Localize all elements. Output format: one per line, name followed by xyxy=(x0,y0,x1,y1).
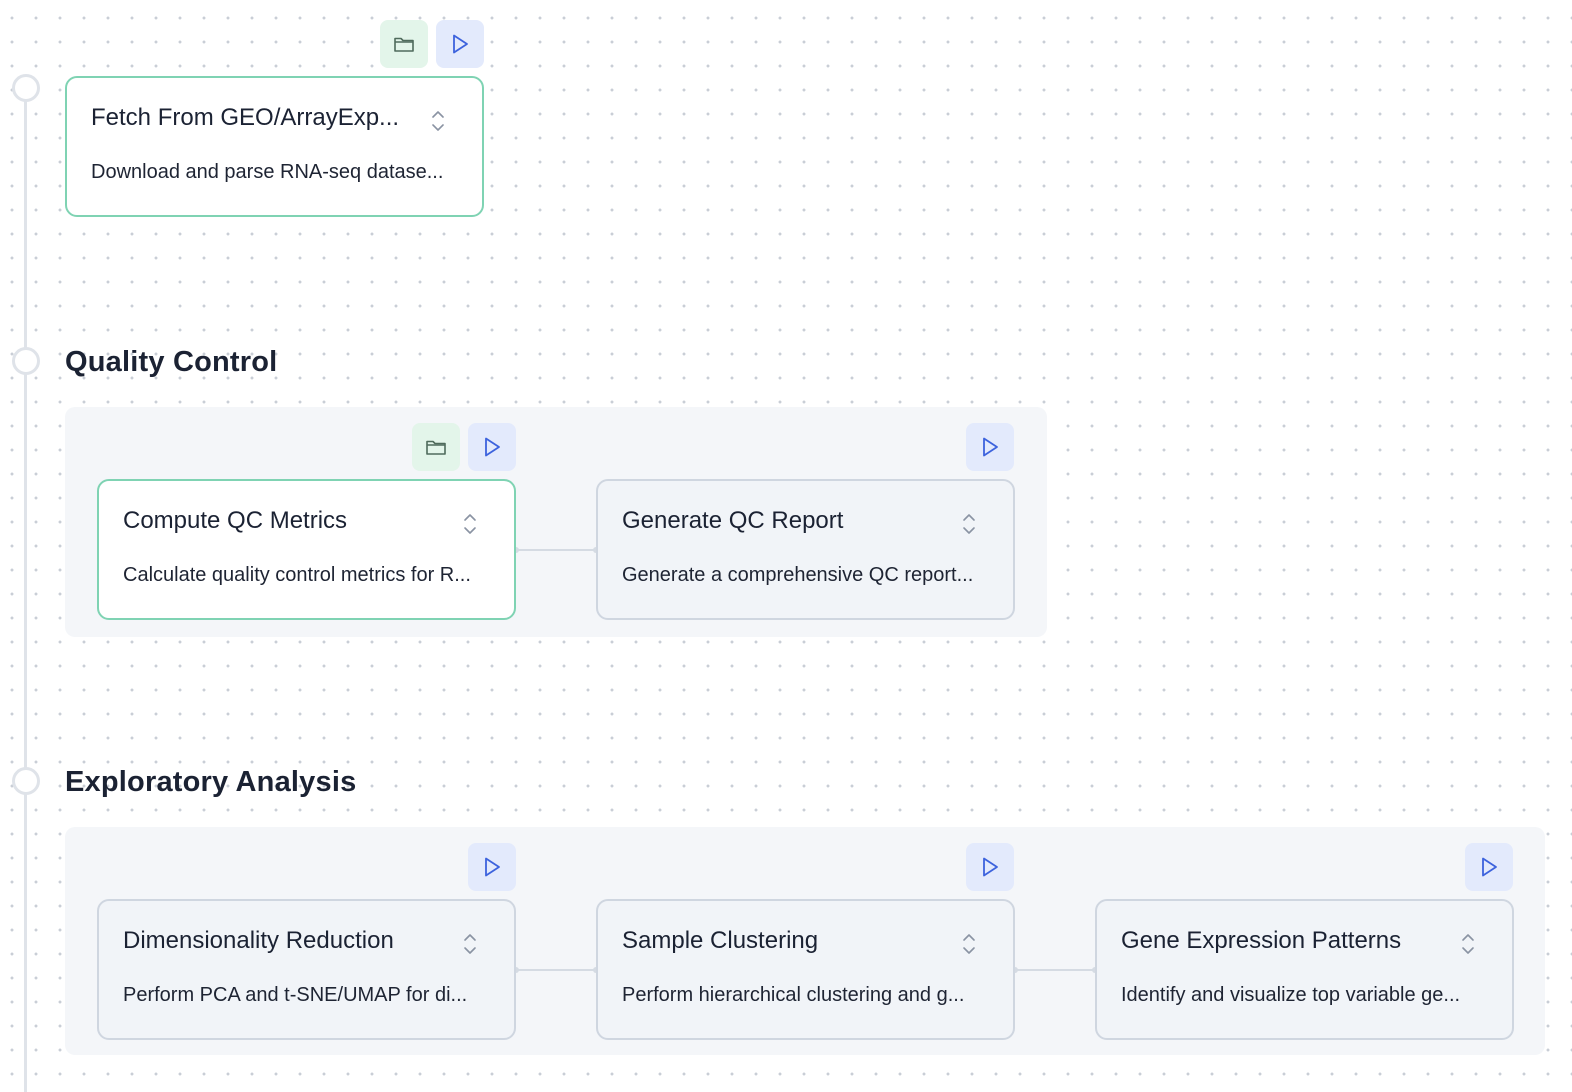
step-connector xyxy=(513,967,599,973)
chevron-up-down-icon[interactable] xyxy=(462,511,478,537)
step-card-fetch[interactable]: Fetch From GEO/ArrayExp... Download and … xyxy=(65,76,484,217)
play-icon xyxy=(983,437,998,457)
step-card-description: Perform PCA and t-SNE/UMAP for di... xyxy=(123,984,468,1006)
step-card-description: Identify and visualize top variable ge..… xyxy=(1121,984,1461,1006)
step-card-title: Gene Expression Patterns xyxy=(1121,927,1402,954)
section-title-quality-control: Quality Control xyxy=(65,346,278,378)
chevron-up-down-icon[interactable] xyxy=(961,511,977,537)
timeline-node-stage-1 xyxy=(12,74,40,102)
chevron-up-down-icon[interactable] xyxy=(961,931,977,957)
play-icon xyxy=(485,437,500,457)
run-step-button[interactable] xyxy=(468,843,516,891)
run-step-button[interactable] xyxy=(966,423,1014,471)
step-card-title: Dimensionality Reduction xyxy=(123,927,394,954)
run-step-button[interactable] xyxy=(966,843,1014,891)
chevron-up-down-icon[interactable] xyxy=(462,931,478,957)
folder-icon xyxy=(426,440,446,455)
run-step-button[interactable] xyxy=(468,423,516,471)
timeline-node-stage-3 xyxy=(12,767,40,795)
open-folder-button[interactable] xyxy=(412,423,460,471)
step-card-title: Sample Clustering xyxy=(622,927,819,954)
step-card-dimensionality-reduction[interactable]: Dimensionality Reduction Perform PCA and… xyxy=(97,899,516,1040)
run-step-button[interactable] xyxy=(436,20,484,68)
timeline-line xyxy=(24,88,27,1092)
step-card-title: Fetch From GEO/ArrayExp... xyxy=(91,104,400,131)
chevron-up-down-icon[interactable] xyxy=(430,108,446,134)
play-icon xyxy=(983,857,998,877)
step-card-compute-qc[interactable]: Compute QC Metrics Calculate quality con… xyxy=(97,479,516,620)
timeline-node-stage-2 xyxy=(12,347,40,375)
play-icon xyxy=(1482,857,1497,877)
step-card-description: Calculate quality control metrics for R.… xyxy=(123,564,471,586)
step-card-description: Perform hierarchical clustering and g... xyxy=(622,984,965,1006)
play-icon xyxy=(453,34,468,54)
run-step-button[interactable] xyxy=(1465,843,1513,891)
step-card-title: Compute QC Metrics xyxy=(123,507,348,534)
section-title-exploratory-analysis: Exploratory Analysis xyxy=(65,766,357,798)
step-card-description: Download and parse RNA-seq datase... xyxy=(91,161,444,183)
step-card-description: Generate a comprehensive QC report... xyxy=(622,564,974,586)
step-card-qc-report[interactable]: Generate QC Report Generate a comprehens… xyxy=(596,479,1015,620)
step-card-gene-expression-patterns[interactable]: Gene Expression Patterns Identify and vi… xyxy=(1095,899,1514,1040)
step-connector xyxy=(513,547,599,553)
folder-icon xyxy=(394,37,414,52)
play-icon xyxy=(485,857,500,877)
step-card-sample-clustering[interactable]: Sample Clustering Perform hierarchical c… xyxy=(596,899,1015,1040)
open-folder-button[interactable] xyxy=(380,20,428,68)
step-connector xyxy=(1012,967,1098,973)
chevron-up-down-icon[interactable] xyxy=(1460,931,1476,957)
step-card-title: Generate QC Report xyxy=(622,507,844,534)
